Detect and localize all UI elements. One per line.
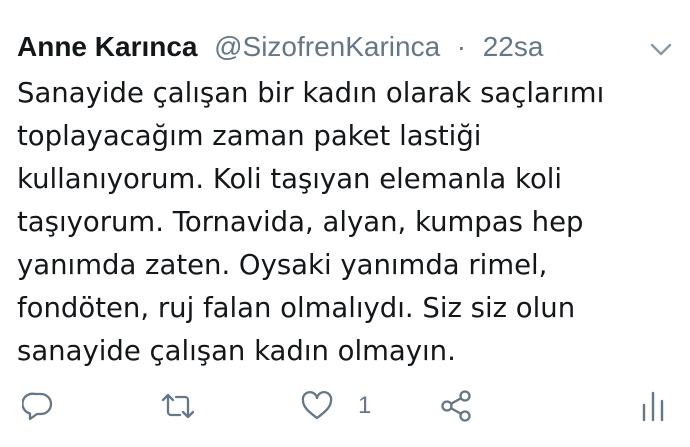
- like-count: 1: [358, 392, 372, 419]
- analytics-icon: [642, 391, 664, 422]
- chevron-down-icon[interactable]: [648, 36, 674, 62]
- tweet-text-line: kullanıyorum. Koli taşıyan elemanla koli: [17, 163, 563, 195]
- author-name[interactable]: Anne Karınca: [17, 31, 198, 62]
- tweet-text-line: Sanayide çalışan bir kadın olarak saçlar…: [17, 77, 605, 109]
- author-handle[interactable]: @SizofrenKarinca: [214, 31, 440, 62]
- analytics-button[interactable]: [640, 384, 666, 428]
- share-button[interactable]: [440, 384, 472, 428]
- like-button[interactable]: 1: [300, 384, 371, 428]
- separator-dot: ·: [456, 31, 467, 62]
- retweet-icon: [161, 393, 195, 419]
- tweet-text-line: yanımda zaten. Oysaki yanımda rimel,: [17, 249, 548, 281]
- share-icon: [441, 390, 471, 422]
- reply-button[interactable]: [22, 384, 54, 428]
- tweet[interactable]: Anne Karınca @SizofrenKarinca · 22sa San…: [0, 0, 690, 447]
- tweet-text-line: toplayacağım zaman paket lastiği: [17, 120, 482, 152]
- tweet-text-line: fondöten, ruj falan olmalıydı. Siz siz o…: [17, 292, 576, 324]
- timestamp[interactable]: 22sa: [483, 31, 544, 62]
- tweet-actions: 1: [0, 384, 690, 428]
- tweet-header: Anne Karınca @SizofrenKarinca · 22sa: [17, 30, 543, 64]
- retweet-button[interactable]: [160, 384, 196, 428]
- tweet-text-line: taşıyorum. Tornavida, alyan, kumpas hep: [17, 206, 584, 238]
- tweet-text: Sanayide çalışan bir kadın olarak saçlar…: [17, 72, 667, 373]
- tweet-text-line: sanayide çalışan kadın olmayın.: [17, 335, 456, 367]
- heart-icon: [301, 391, 333, 420]
- reply-icon: [22, 392, 53, 421]
